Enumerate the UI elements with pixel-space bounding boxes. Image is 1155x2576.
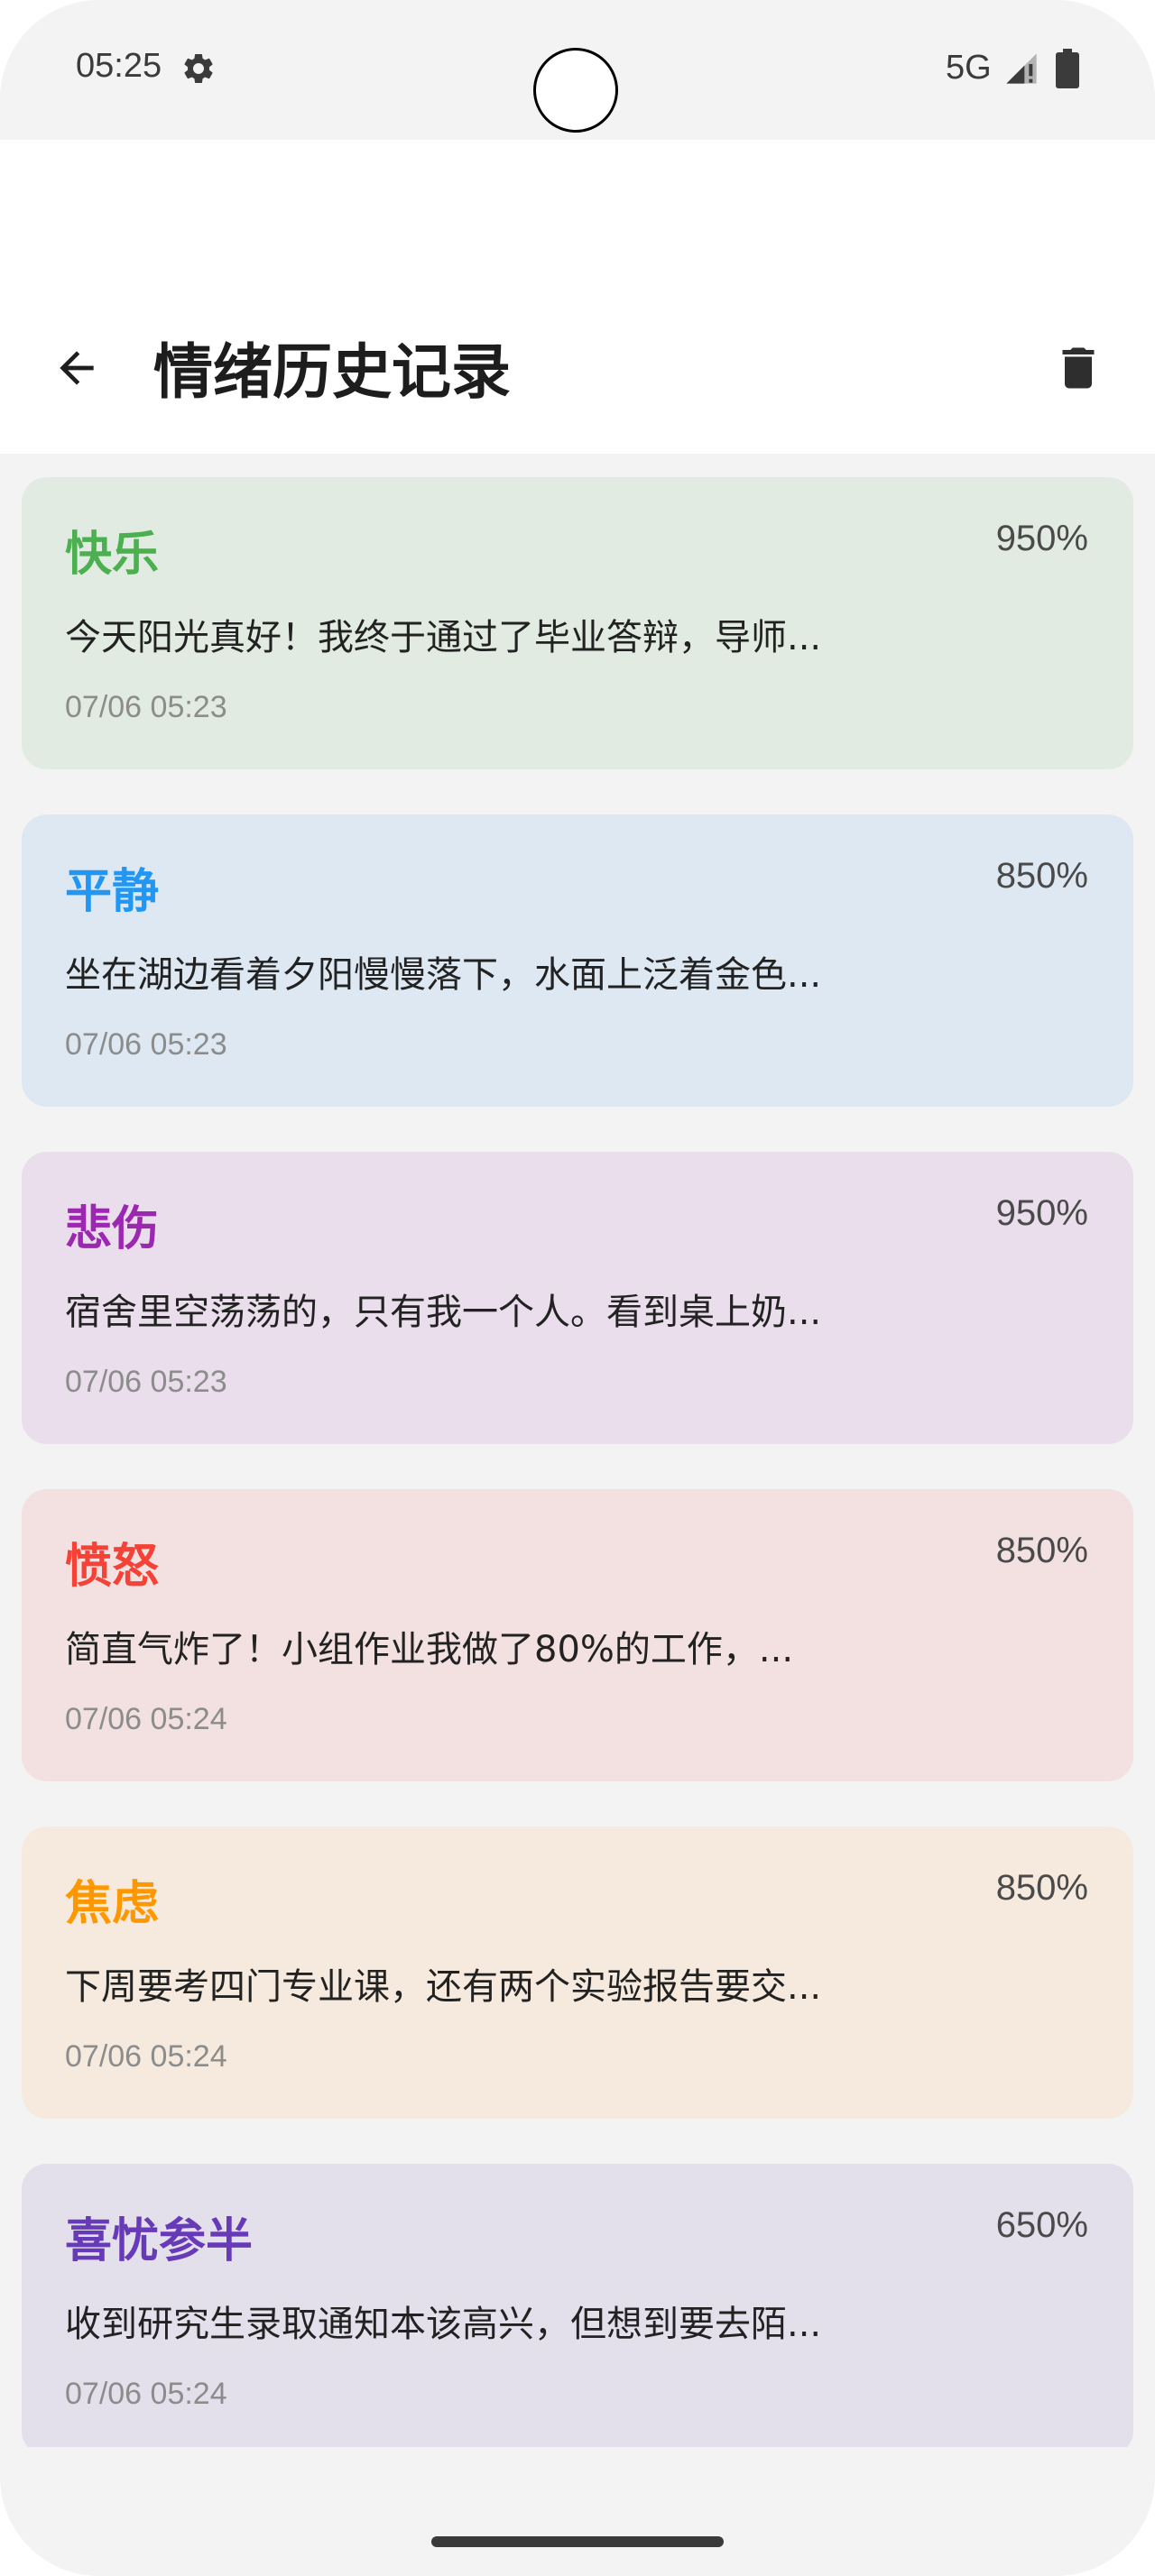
back-button[interactable] xyxy=(45,336,108,400)
card-percent: 850% xyxy=(995,1868,1088,1908)
card-text: 坐在湖边看着夕阳慢慢落下，水面上泛着金色... xyxy=(65,954,822,996)
card-emotion-label: 悲伤 xyxy=(65,1202,160,1256)
card-time: 07/06 05:23 xyxy=(65,1365,227,1399)
card-percent: 950% xyxy=(995,519,1088,558)
card-emotion-label: 喜忧参半 xyxy=(65,2214,254,2268)
battery-icon xyxy=(1056,49,1079,88)
card-text: 今天阳光真好！我终于通过了毕业答辩，导师... xyxy=(65,617,822,658)
delete-all-button[interactable] xyxy=(1047,336,1110,400)
settings-gear-icon xyxy=(184,53,213,83)
emotion-card[interactable]: 快乐 950% 今天阳光真好！我终于通过了毕业答辩，导师... 07/06 05… xyxy=(22,477,1133,769)
status-time: 05:25 xyxy=(76,47,162,85)
emotion-card[interactable]: 平静 850% 坐在湖边看着夕阳慢慢落下，水面上泛着金色... 07/06 05… xyxy=(22,814,1133,1107)
phone-screen: 05:25 5G 情绪历史记录 快乐 950% 今天阳光真好！我终于通过了毕业答… xyxy=(0,0,1155,2576)
home-indicator[interactable] xyxy=(431,2536,724,2547)
network-type: 5G xyxy=(946,49,992,87)
card-time: 07/06 05:24 xyxy=(65,2039,227,2074)
card-text: 宿舍里空荡荡的，只有我一个人。看到桌上奶... xyxy=(65,1292,822,1333)
card-text: 简直气炸了！小组作业我做了80%的工作，... xyxy=(65,1629,794,1670)
emotion-history-list: 快乐 950% 今天阳光真好！我终于通过了毕业答辩，导师... 07/06 05… xyxy=(0,454,1155,2447)
emotion-card[interactable]: 焦虑 850% 下周要考四门专业课，还有两个实验报告要交... 07/06 05… xyxy=(22,1826,1133,2119)
card-text: 收到研究生录取通知本该高兴，但想到要去陌... xyxy=(65,2304,822,2345)
card-emotion-label: 平静 xyxy=(65,865,160,919)
card-emotion-label: 愤怒 xyxy=(65,1540,160,1594)
card-time: 07/06 05:24 xyxy=(65,2377,227,2411)
emotion-card[interactable]: 悲伤 950% 宿舍里空荡荡的，只有我一个人。看到桌上奶... 07/06 05… xyxy=(22,1152,1133,1444)
card-percent: 850% xyxy=(995,1531,1088,1570)
emotion-card[interactable]: 愤怒 850% 简直气炸了！小组作业我做了80%的工作，... 07/06 05… xyxy=(22,1489,1133,1781)
arrow-back-icon xyxy=(60,351,94,385)
card-time: 07/06 05:23 xyxy=(65,1027,227,1062)
app-bar: 情绪历史记录 xyxy=(0,140,1155,454)
page-title: 情绪历史记录 xyxy=(153,337,511,407)
card-time: 07/06 05:24 xyxy=(65,1702,227,1736)
card-emotion-label: 快乐 xyxy=(65,528,160,582)
card-percent: 850% xyxy=(995,856,1088,896)
front-camera xyxy=(533,48,618,133)
emotion-card[interactable]: 喜忧参半 650% 收到研究生录取通知本该高兴，但想到要去陌... 07/06 … xyxy=(22,2164,1133,2447)
card-percent: 950% xyxy=(995,1193,1088,1233)
card-time: 07/06 05:23 xyxy=(65,690,227,724)
card-emotion-label: 焦虑 xyxy=(65,1877,160,1931)
trash-icon xyxy=(1062,347,1095,389)
card-percent: 650% xyxy=(995,2205,1088,2245)
card-text: 下周要考四门专业课，还有两个实验报告要交... xyxy=(65,1966,822,2008)
signal-icon xyxy=(1006,53,1037,84)
status-bar: 05:25 5G xyxy=(0,0,1155,140)
